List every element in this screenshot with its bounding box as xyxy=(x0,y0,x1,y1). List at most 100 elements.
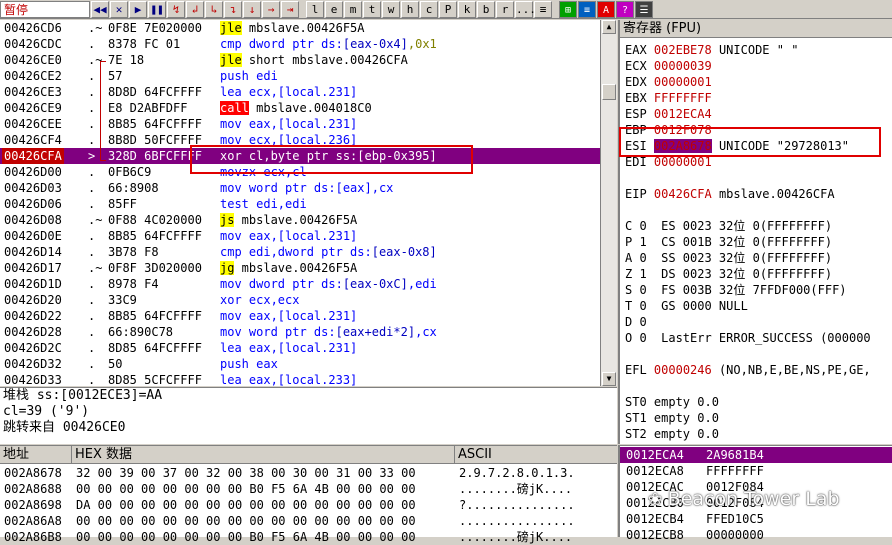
memory-dump-pane[interactable]: 地址 HEX 数据 ASCII 002A8678 32 00 39 00 37 0… xyxy=(0,445,617,544)
register-line[interactable]: ST2 empty 0.0 xyxy=(625,426,719,442)
debug-button-icon[interactable]: ⇥ xyxy=(281,0,299,18)
plugin-icon[interactable]: ⊞ xyxy=(559,0,577,18)
dump-row[interactable]: 002A86B8 00 00 00 00 00 00 00 00 B0 F5 6A… xyxy=(0,529,617,545)
disasm-row[interactable]: 00426D33. 8D85 5CFCFFFF lea eax,[local.233… xyxy=(0,372,600,386)
dump-row[interactable]: 002A8678 32 00 39 00 37 00 32 00 38 00 30… xyxy=(0,465,617,481)
option-icon[interactable]: ≡ xyxy=(578,0,596,18)
stack-row[interactable]: 0012ECA4 2A9681B4 xyxy=(620,447,892,463)
disasm-row[interactable]: 00426CF4. 8B8D 50FCFFFF mov ecx,[local.236… xyxy=(0,132,600,148)
register-line[interactable]: EBP 0012F078 xyxy=(625,122,712,138)
disasm-row[interactable]: 00426CDC. 8378 FC 01 cmp dword ptr ds:[eax… xyxy=(0,36,600,52)
register-line[interactable]: EDI 00000001 xyxy=(625,154,712,170)
window-button-5[interactable]: h xyxy=(401,0,419,18)
register-line[interactable]: A 0 SS 0023 32位 0(FFFFFFFF) xyxy=(625,250,832,266)
register-line[interactable]: T 0 GS 0000 NULL xyxy=(625,298,748,314)
window-button-9[interactable]: b xyxy=(477,0,495,18)
window-button-11[interactable]: ... xyxy=(515,0,536,18)
register-line[interactable]: EAX 002EBE78 UNICODE " " xyxy=(625,42,798,58)
debug-button-icon[interactable]: ↲ xyxy=(186,0,204,18)
disasm-row[interactable]: 00426D17 .~ 0F8F 3D020000 jg mbslave.00426F… xyxy=(0,260,600,276)
register-line[interactable]: O 0 LastErr ERROR_SUCCESS (000000 xyxy=(625,330,871,346)
disasm-row[interactable]: 00426CE2. 57 push edi xyxy=(0,68,600,84)
register-line[interactable]: EBX FFFFFFFF xyxy=(625,90,712,106)
window-button-2[interactable]: m xyxy=(344,0,362,18)
disasm-row[interactable]: 00426CE9. E8 D2ABFDFF call mbslave.004018C… xyxy=(0,100,600,116)
help-icon[interactable]: ? xyxy=(616,0,634,18)
debug-button-icon[interactable]: ▶ xyxy=(129,0,147,18)
window-button-4[interactable]: w xyxy=(382,0,400,18)
register-line[interactable]: ESI 002A8678 UNICODE "29728013" xyxy=(625,138,849,154)
disasm-row[interactable]: 00426D22. 8B85 64FCFFFF mov eax,[local.231… xyxy=(0,308,600,324)
window-button-3[interactable]: t xyxy=(363,0,381,18)
registers-pane[interactable]: 寄存器 (FPU) EAX 002EBE78 UNICODE " " ECX 00… xyxy=(618,20,892,444)
menu-icon[interactable]: ☰ xyxy=(635,0,653,18)
window-button-10[interactable]: r xyxy=(496,0,514,18)
register-line[interactable]: P 1 CS 001B 32位 0(FFFFFFFF) xyxy=(625,234,832,250)
dump-row[interactable]: 002A86A8 00 00 00 00 00 00 00 00 00 00 00… xyxy=(0,513,617,529)
register-line[interactable]: ECX 00000039 xyxy=(625,58,712,74)
disasm-row[interactable]: 00426D03. 66:8908 mov word ptr ds:[eax],cx xyxy=(0,180,600,196)
register-value[interactable]: 00000001 xyxy=(654,155,712,169)
register-line[interactable]: ST0 empty 0.0 xyxy=(625,394,719,410)
register-value[interactable]: FFFFFFFF xyxy=(654,91,712,105)
register-value[interactable]: 002EBE78 xyxy=(654,43,712,57)
window-button-1[interactable]: e xyxy=(325,0,343,18)
debug-button-icon[interactable]: ↯ xyxy=(167,0,185,18)
disasm-row[interactable]: 00426D2C. 8D85 64FCFFFF lea eax,[local.231… xyxy=(0,340,600,356)
dump-header-address[interactable]: 地址 xyxy=(0,446,72,464)
register-line[interactable]: Z 1 DS 0023 32位 0(FFFFFFFF) xyxy=(625,266,832,282)
debug-button-icon[interactable]: → xyxy=(262,0,280,18)
debug-button-icon[interactable]: ◀◀ xyxy=(91,0,109,18)
disasm-row[interactable]: 00426D0E. 8B85 64FCFFFF mov eax,[local.231… xyxy=(0,228,600,244)
disasm-row[interactable]: 00426CFA >328D 6BFCFFFF xor cl,byte ptr ss… xyxy=(0,148,600,164)
register-line[interactable]: S 0 FS 003B 32位 7FFDF000(FFF) xyxy=(625,282,847,298)
window-button-6[interactable]: c xyxy=(420,0,438,18)
register-value[interactable]: 00000001 xyxy=(654,75,712,89)
disasm-row[interactable]: 00426D28. 66:890C78 mov word ptr ds:[eax+e… xyxy=(0,324,600,340)
register-value[interactable]: 00426CFA xyxy=(654,187,712,201)
dump-row[interactable]: 002A8688 00 00 00 00 00 00 00 00 B0 F5 6A… xyxy=(0,481,617,497)
debug-button-icon[interactable]: ✕ xyxy=(110,0,128,18)
register-line[interactable]: ST3 empty 0.0 xyxy=(625,442,719,444)
dump-header-ascii[interactable]: ASCII xyxy=(455,446,617,464)
register-line[interactable]: ESP 0012ECA4 xyxy=(625,106,712,122)
stack-row[interactable]: 0012ECB4 FFED10C5 xyxy=(620,511,892,527)
register-value[interactable]: 0012F078 xyxy=(654,123,712,137)
register-line[interactable]: EDX 00000001 xyxy=(625,74,712,90)
debug-button-icon[interactable]: ↴ xyxy=(224,0,242,18)
about-icon[interactable]: A xyxy=(597,0,615,18)
debug-button-icon[interactable]: ❚❚ xyxy=(148,0,166,18)
disasm-row[interactable]: 00426D08 .~ 0F88 4C020000 js mbslave.00426F… xyxy=(0,212,600,228)
register-value[interactable]: 00000039 xyxy=(654,59,712,73)
scroll-down-icon[interactable]: ▼ xyxy=(602,372,616,386)
disasm-row[interactable]: 00426CE3. 8D8D 64FCFFFF lea ecx,[local.231… xyxy=(0,84,600,100)
disasm-row[interactable]: 00426D1D. 8978 F4 mov dword ptr ds:[eax-0x… xyxy=(0,276,600,292)
debug-button-icon[interactable]: ↓ xyxy=(243,0,261,18)
disassembly-pane[interactable]: 00426CD6 .~ 0F8E 7E020000 jle mbslave.00426… xyxy=(0,20,600,386)
disasm-row[interactable]: 00426CEE. 8B85 64FCFFFF mov eax,[local.231… xyxy=(0,116,600,132)
register-line[interactable]: D 0 xyxy=(625,314,647,330)
register-line[interactable]: C 0 ES 0023 32位 0(FFFFFFFF) xyxy=(625,218,832,234)
dump-header-hex[interactable]: HEX 数据 xyxy=(72,446,455,464)
debug-button-icon[interactable]: ↳ xyxy=(205,0,223,18)
disasm-row[interactable]: 00426CE0 .~ 7E 18 jle short mbslave.00426CF… xyxy=(0,52,600,68)
window-button-7[interactable]: P xyxy=(439,0,457,18)
stack-row[interactable]: 0012ECB8 00000000 xyxy=(620,527,892,543)
register-value[interactable]: 0012ECA4 xyxy=(654,107,712,121)
window-button-0[interactable]: l xyxy=(306,0,324,18)
disasm-row[interactable]: 00426D14. 3B78 F8 cmp edi,dword ptr ds:[ea… xyxy=(0,244,600,260)
register-value[interactable]: 002A8678 xyxy=(653,139,712,153)
window-button-12[interactable]: ≡ xyxy=(534,0,552,18)
disasm-row[interactable]: 00426D32. 50 push eax xyxy=(0,356,600,372)
register-value[interactable]: 00000246 xyxy=(654,363,712,377)
disasm-row[interactable]: 00426CD6 .~ 0F8E 7E020000 jle mbslave.00426… xyxy=(0,20,600,36)
window-button-8[interactable]: k xyxy=(458,0,476,18)
stack-row[interactable]: 0012ECA8 FFFFFFFF xyxy=(620,463,892,479)
scroll-up-icon[interactable]: ▲ xyxy=(602,20,616,34)
register-line[interactable]: EIP 00426CFA mbslave.00426CFA xyxy=(625,186,835,202)
disasm-row[interactable]: 00426D20. 33C9 xor ecx,ecx xyxy=(0,292,600,308)
scroll-thumb[interactable] xyxy=(602,84,616,100)
disasm-scrollbar[interactable]: ▲ ▼ xyxy=(600,20,617,386)
register-line[interactable]: ST1 empty 0.0 xyxy=(625,410,719,426)
dump-row[interactable]: 002A8698 DA 00 00 00 00 00 00 00 00 00 00… xyxy=(0,497,617,513)
